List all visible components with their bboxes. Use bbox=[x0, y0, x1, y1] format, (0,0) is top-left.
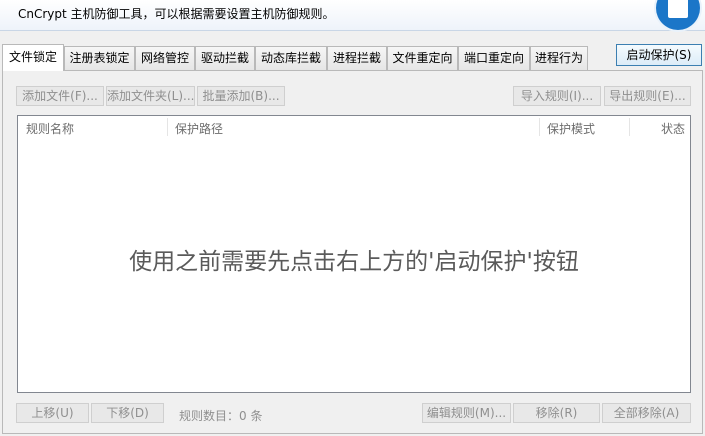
rules-list[interactable]: 规则名称 保护路径 保护模式 状态 使用之前需要先点击右上方的'启动保护'按钮 bbox=[17, 115, 691, 393]
column-divider bbox=[539, 118, 540, 136]
empty-list-message: 使用之前需要先点击右上方的'启动保护'按钮 bbox=[129, 249, 579, 275]
tab-registry-lock[interactable]: 注册表锁定 bbox=[64, 46, 135, 70]
column-rule-name[interactable]: 规则名称 bbox=[26, 120, 74, 137]
app-logo-icon bbox=[656, 0, 700, 30]
column-protect-path[interactable]: 保护路径 bbox=[175, 120, 223, 137]
batch-add-button[interactable]: 批量添加(B)... bbox=[197, 86, 285, 106]
edit-rule-button[interactable]: 编辑规则(M)... bbox=[422, 403, 511, 423]
add-folder-button[interactable]: 添加文件夹(L)... bbox=[106, 86, 195, 106]
window-title: CnCrypt 主机防御工具，可以根据需要设置主机防御规则。 bbox=[18, 7, 335, 21]
remove-button[interactable]: 移除(R) bbox=[513, 403, 600, 423]
rule-count: 规则数目：0 条 bbox=[179, 409, 263, 423]
move-down-button[interactable]: 下移(D) bbox=[91, 403, 164, 423]
tab-file-redirect[interactable]: 文件重定向 bbox=[387, 46, 458, 70]
tab-file-lock[interactable]: 文件锁定 bbox=[2, 44, 64, 71]
tab-dll-block[interactable]: 动态库拦截 bbox=[255, 46, 327, 70]
move-up-button[interactable]: 上移(U) bbox=[16, 403, 89, 423]
column-divider bbox=[629, 118, 630, 136]
column-status[interactable]: 状态 bbox=[661, 120, 685, 137]
column-protect-mode[interactable]: 保护模式 bbox=[547, 120, 595, 137]
remove-all-button[interactable]: 全部移除(A) bbox=[602, 403, 691, 423]
tab-driver-block[interactable]: 驱动拦截 bbox=[195, 46, 255, 70]
import-rules-button[interactable]: 导入规则(I)... bbox=[513, 86, 601, 106]
tab-process-block[interactable]: 进程拦截 bbox=[327, 46, 387, 70]
start-protection-button[interactable]: 启动保护(S) bbox=[616, 44, 702, 66]
file-lock-panel: 添加文件(F)... 添加文件夹(L)... 批量添加(B)... 导入规则(I… bbox=[2, 70, 703, 434]
column-divider bbox=[167, 118, 168, 136]
tab-network-control[interactable]: 网络管控 bbox=[135, 46, 195, 70]
title-bar: CnCrypt 主机防御工具，可以根据需要设置主机防御规则。 bbox=[0, 0, 705, 31]
tab-process-behavior[interactable]: 进程行为 bbox=[530, 46, 588, 70]
export-rules-button[interactable]: 导出规则(E)... bbox=[604, 86, 691, 106]
add-file-button[interactable]: 添加文件(F)... bbox=[16, 86, 104, 106]
tab-port-redirect[interactable]: 端口重定向 bbox=[458, 46, 530, 70]
